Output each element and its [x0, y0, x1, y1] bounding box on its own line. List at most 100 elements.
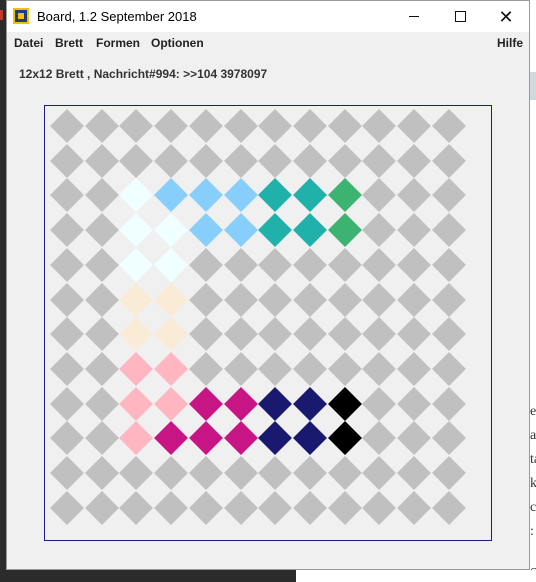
board-cell-empty[interactable]	[223, 143, 258, 178]
board-cell-empty[interactable]	[188, 247, 223, 282]
board-cell-empty[interactable]	[84, 317, 119, 352]
board-cell-filled[interactable]	[154, 386, 189, 421]
board-cell-empty[interactable]	[84, 282, 119, 317]
board-cell-empty[interactable]	[258, 490, 293, 525]
board-cell-empty[interactable]	[119, 456, 154, 490]
board-cell-empty[interactable]	[84, 143, 119, 178]
board-cell-filled[interactable]	[154, 282, 189, 317]
board-cell-filled[interactable]	[154, 178, 189, 213]
board-cell-empty[interactable]	[223, 247, 258, 282]
board-cell-empty[interactable]	[154, 109, 189, 143]
board-cell-empty[interactable]	[327, 109, 362, 143]
board-cell-filled[interactable]	[258, 213, 293, 248]
menu-datei[interactable]: Datei	[14, 36, 43, 50]
board-cell-filled[interactable]	[223, 178, 258, 213]
board-cell-empty[interactable]	[258, 247, 293, 282]
board-cell-empty[interactable]	[50, 351, 84, 386]
board-cell-filled[interactable]	[154, 351, 189, 386]
title-bar[interactable]: Board, 1.2 September 2018 ✕	[7, 1, 529, 32]
board-cell-empty[interactable]	[84, 421, 119, 456]
board-cell-empty[interactable]	[154, 143, 189, 178]
board-cell-empty[interactable]	[397, 317, 431, 352]
board-cell-empty[interactable]	[327, 490, 362, 525]
board-cell-empty[interactable]	[362, 213, 397, 248]
board-cell-empty[interactable]	[223, 490, 258, 525]
board-cell-empty[interactable]	[84, 213, 119, 248]
menu-formen[interactable]: Formen	[96, 36, 140, 50]
board-cell-empty[interactable]	[431, 351, 466, 386]
board-cell-empty[interactable]	[223, 109, 258, 143]
board-cell-filled[interactable]	[154, 247, 189, 282]
board-cell-filled[interactable]	[223, 386, 258, 421]
board-cell-empty[interactable]	[292, 490, 327, 525]
board-cell-filled[interactable]	[119, 213, 154, 248]
board-cell-filled[interactable]	[327, 421, 362, 456]
board-cell-filled[interactable]	[188, 421, 223, 456]
board-cell-filled[interactable]	[292, 421, 327, 456]
board-cell-empty[interactable]	[50, 213, 84, 248]
board-cell-empty[interactable]	[327, 247, 362, 282]
board-cell-empty[interactable]	[431, 421, 466, 456]
board-cell-empty[interactable]	[431, 282, 466, 317]
board-cell-empty[interactable]	[362, 317, 397, 352]
board-cell-empty[interactable]	[154, 456, 189, 490]
board-cell-empty[interactable]	[292, 247, 327, 282]
board-cell-empty[interactable]	[397, 456, 431, 490]
board-cell-empty[interactable]	[50, 143, 84, 178]
board-cell-empty[interactable]	[119, 490, 154, 525]
board-cell-empty[interactable]	[223, 351, 258, 386]
board-cell-empty[interactable]	[223, 317, 258, 352]
board-cell-empty[interactable]	[431, 247, 466, 282]
board-cell-empty[interactable]	[84, 109, 119, 143]
board-cell-filled[interactable]	[188, 213, 223, 248]
board-cell-empty[interactable]	[258, 351, 293, 386]
board-cell-filled[interactable]	[327, 178, 362, 213]
board-cell-empty[interactable]	[292, 109, 327, 143]
board-cell-empty[interactable]	[362, 247, 397, 282]
board-cell-filled[interactable]	[258, 421, 293, 456]
board-cell-empty[interactable]	[50, 178, 84, 213]
board-cell-empty[interactable]	[223, 456, 258, 490]
board-cell-empty[interactable]	[327, 282, 362, 317]
board-cell-empty[interactable]	[362, 386, 397, 421]
board-cell-empty[interactable]	[258, 282, 293, 317]
board-cell-empty[interactable]	[84, 178, 119, 213]
board-cell-filled[interactable]	[119, 282, 154, 317]
board-cell-filled[interactable]	[154, 213, 189, 248]
board-cell-filled[interactable]	[119, 317, 154, 352]
board-cell-empty[interactable]	[258, 109, 293, 143]
board-cell-empty[interactable]	[84, 351, 119, 386]
board-cell-filled[interactable]	[292, 386, 327, 421]
board-cell-empty[interactable]	[50, 456, 84, 490]
board-cell-empty[interactable]	[188, 351, 223, 386]
board-cell-empty[interactable]	[119, 143, 154, 178]
board-cell-empty[interactable]	[292, 351, 327, 386]
board-cell-empty[interactable]	[258, 143, 293, 178]
board-cell-empty[interactable]	[223, 282, 258, 317]
board-cell-empty[interactable]	[50, 317, 84, 352]
board-cell-empty[interactable]	[258, 456, 293, 490]
board-cell-empty[interactable]	[84, 456, 119, 490]
board-cell-empty[interactable]	[258, 317, 293, 352]
board-cell-empty[interactable]	[362, 143, 397, 178]
minimize-button[interactable]	[391, 1, 437, 32]
board-cell-filled[interactable]	[223, 213, 258, 248]
board-cell-empty[interactable]	[292, 317, 327, 352]
board-cell-filled[interactable]	[327, 213, 362, 248]
board-cell-empty[interactable]	[119, 109, 154, 143]
board-cell-empty[interactable]	[431, 109, 466, 143]
board-cell-filled[interactable]	[258, 178, 293, 213]
board-cell-empty[interactable]	[397, 143, 431, 178]
board-cell-filled[interactable]	[119, 351, 154, 386]
app-icon[interactable]	[13, 8, 29, 24]
board-cell-empty[interactable]	[50, 421, 84, 456]
board-cell-empty[interactable]	[50, 109, 84, 143]
board-cell-empty[interactable]	[397, 421, 431, 456]
board-cell-empty[interactable]	[397, 386, 431, 421]
board-cell-empty[interactable]	[397, 351, 431, 386]
board-cell-empty[interactable]	[362, 456, 397, 490]
board-cell-empty[interactable]	[188, 109, 223, 143]
board-cell-filled[interactable]	[119, 386, 154, 421]
menu-optionen[interactable]: Optionen	[151, 36, 204, 50]
board-cell-empty[interactable]	[362, 351, 397, 386]
